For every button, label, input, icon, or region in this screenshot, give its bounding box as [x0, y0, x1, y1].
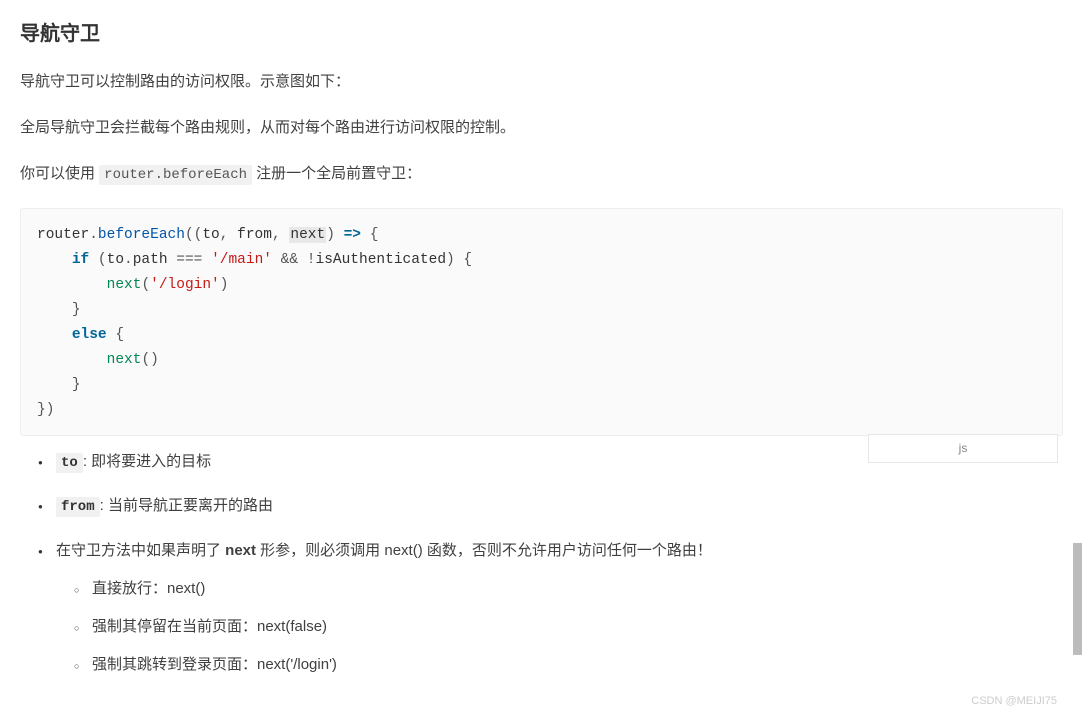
list-item-text: : 当前导航正要离开的路由: [100, 497, 273, 514]
paragraph-usage: 你可以使用 router.beforeEach 注册一个全局前置守卫：: [20, 162, 1063, 186]
list-item-next: 在守卫方法中如果声明了 next 形参，则必须调用 next() 函数，否则不允…: [56, 539, 1063, 677]
watermark: CSDN @MEIJI75: [971, 693, 1057, 711]
paragraph-intro: 导航守卫可以控制路由的访问权限。示意图如下：: [20, 70, 1063, 94]
list-item-to: to: 即将要进入的目标: [56, 450, 1063, 474]
scrollbar-thumb[interactable]: [1073, 543, 1082, 655]
para-text-post: 注册一个全局前置守卫：: [252, 165, 421, 182]
list-item-text-post: 形参，则必须调用 next() 函数，否则不允许用户访问任何一个路由！: [256, 542, 712, 559]
code-block: router.beforeEach((to, from, next) => { …: [20, 208, 1063, 436]
code-content: router.beforeEach((to, from, next) => { …: [37, 223, 1046, 423]
para-text-pre: 你可以使用: [20, 165, 99, 182]
strong-next: next: [225, 542, 256, 559]
inline-code-before-each: router.beforeEach: [99, 165, 252, 185]
page-title: 导航守卫: [20, 18, 1063, 50]
bullet-list: to: 即将要进入的目标 from: 当前导航正要离开的路由 在守卫方法中如果声…: [20, 450, 1063, 677]
list-item-from: from: 当前导航正要离开的路由: [56, 494, 1063, 518]
sub-item-direct: 直接放行：next(): [92, 577, 1063, 601]
inline-code-from: from: [56, 497, 100, 517]
list-item-text: : 即将要进入的目标: [83, 453, 211, 470]
inline-code-to: to: [56, 453, 83, 473]
sub-item-stay: 强制其停留在当前页面：next(false): [92, 615, 1063, 639]
paragraph-global-guard: 全局导航守卫会拦截每个路由规则，从而对每个路由进行访问权限的控制。: [20, 116, 1063, 140]
sub-bullet-list: 直接放行：next() 强制其停留在当前页面：next(false) 强制其跳转…: [56, 577, 1063, 677]
sub-item-redirect: 强制其跳转到登录页面：next('/login'): [92, 653, 1063, 677]
list-item-text-pre: 在守卫方法中如果声明了: [56, 542, 225, 559]
